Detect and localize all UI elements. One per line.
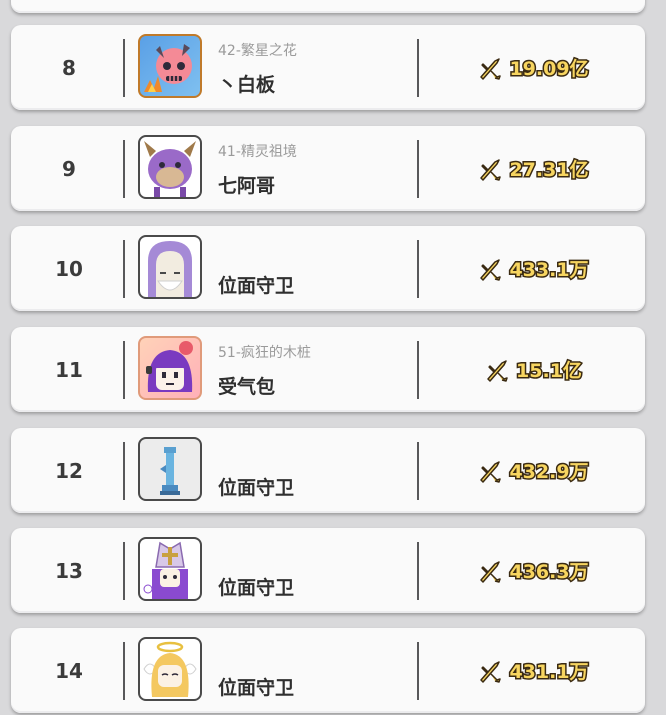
power-display: 15.1亿 [421, 327, 645, 412]
rank-number: 11 [55, 357, 83, 382]
leaderboard-row[interactable]: 13 位面守卫 436.3万 [11, 528, 645, 613]
blonde-angel-avatar-icon [143, 641, 197, 697]
player-name: 位面守卫 [218, 477, 295, 499]
power-display: 431.1万 [421, 628, 645, 713]
power-display: 436.3万 [421, 528, 645, 613]
power-display: 432.9万 [421, 428, 645, 513]
crossed-swords-icon [480, 560, 502, 583]
rank-number: 14 [55, 658, 83, 683]
power-display: 19.09亿 [421, 25, 645, 110]
divider [123, 542, 125, 600]
crossed-swords-icon [480, 258, 502, 281]
player-name: 位面守卫 [218, 577, 295, 599]
power-value: 432.9万 [508, 460, 590, 485]
avatar[interactable] [138, 437, 202, 501]
server-label: 42-繁星之花 [218, 43, 297, 59]
crossed-swords-icon [480, 660, 502, 683]
divider [417, 442, 419, 500]
divider [123, 642, 125, 700]
divider [417, 542, 419, 600]
power-value: 436.3万 [508, 560, 590, 585]
leaderboard-row[interactable]: 9 41-精灵祖境 七阿哥 27.31亿 [11, 126, 645, 211]
rank-number: 9 [62, 156, 76, 181]
power-value: 431.1万 [508, 660, 590, 685]
leaderboard-row[interactable]: 11 51-疯狂的木桩 受气包 15.1亿 [11, 327, 645, 412]
divider [123, 240, 125, 298]
power-value: 15.1亿 [515, 359, 584, 384]
leaderboard-row[interactable]: 12 位面守卫 432.9万 [11, 428, 645, 513]
player-name: 位面守卫 [218, 275, 295, 297]
power-value: 19.09亿 [508, 57, 590, 82]
player-name: 丶白板 [218, 74, 276, 96]
rank-number: 13 [55, 558, 83, 583]
pink-skull-avatar-icon [144, 44, 192, 92]
divider [417, 39, 419, 97]
divider [417, 140, 419, 198]
avatar[interactable] [138, 34, 202, 98]
player-name: 位面守卫 [218, 677, 295, 699]
bishop-mitre-avatar-icon [143, 541, 188, 599]
player-name: 七阿哥 [218, 175, 276, 197]
avatar[interactable] [138, 135, 202, 199]
power-value: 433.1万 [508, 258, 590, 283]
divider [123, 442, 125, 500]
avatar[interactable] [138, 336, 202, 400]
rank-number: 10 [55, 256, 83, 281]
blue-statue-avatar-icon [160, 447, 180, 495]
divider [417, 642, 419, 700]
avatar[interactable] [138, 637, 202, 701]
server-label: 51-疯狂的木桩 [218, 345, 311, 361]
leaderboard-row[interactable]: 10 位面守卫 433.1万 [11, 226, 645, 311]
divider [123, 39, 125, 97]
divider [417, 240, 419, 298]
crossed-swords-icon [480, 460, 502, 483]
hooded-elder-avatar-icon [148, 241, 192, 297]
power-display: 433.1万 [421, 226, 645, 311]
rank-number: 8 [62, 55, 76, 80]
crossed-swords-icon [487, 359, 508, 382]
rank-number: 12 [55, 458, 83, 483]
power-value: 27.31亿 [508, 158, 590, 183]
leaderboard-row[interactable]: 14 位面守卫 431.1万 [11, 628, 645, 713]
purple-beast-avatar-icon [144, 141, 196, 197]
purple-hair-girl-avatar-icon [146, 341, 193, 392]
crossed-swords-icon [480, 158, 502, 181]
player-name: 受气包 [218, 376, 276, 398]
server-label: 41-精灵祖境 [218, 144, 297, 160]
leaderboard-row-partial [11, 0, 645, 13]
crossed-swords-icon [480, 57, 502, 80]
avatar[interactable] [138, 235, 202, 299]
avatar[interactable] [138, 537, 202, 601]
power-display: 27.31亿 [421, 126, 645, 211]
divider [417, 341, 419, 399]
divider [123, 140, 125, 198]
divider [123, 341, 125, 399]
leaderboard-row[interactable]: 8 42-繁星之花 丶白板 19.09亿 [11, 25, 645, 110]
